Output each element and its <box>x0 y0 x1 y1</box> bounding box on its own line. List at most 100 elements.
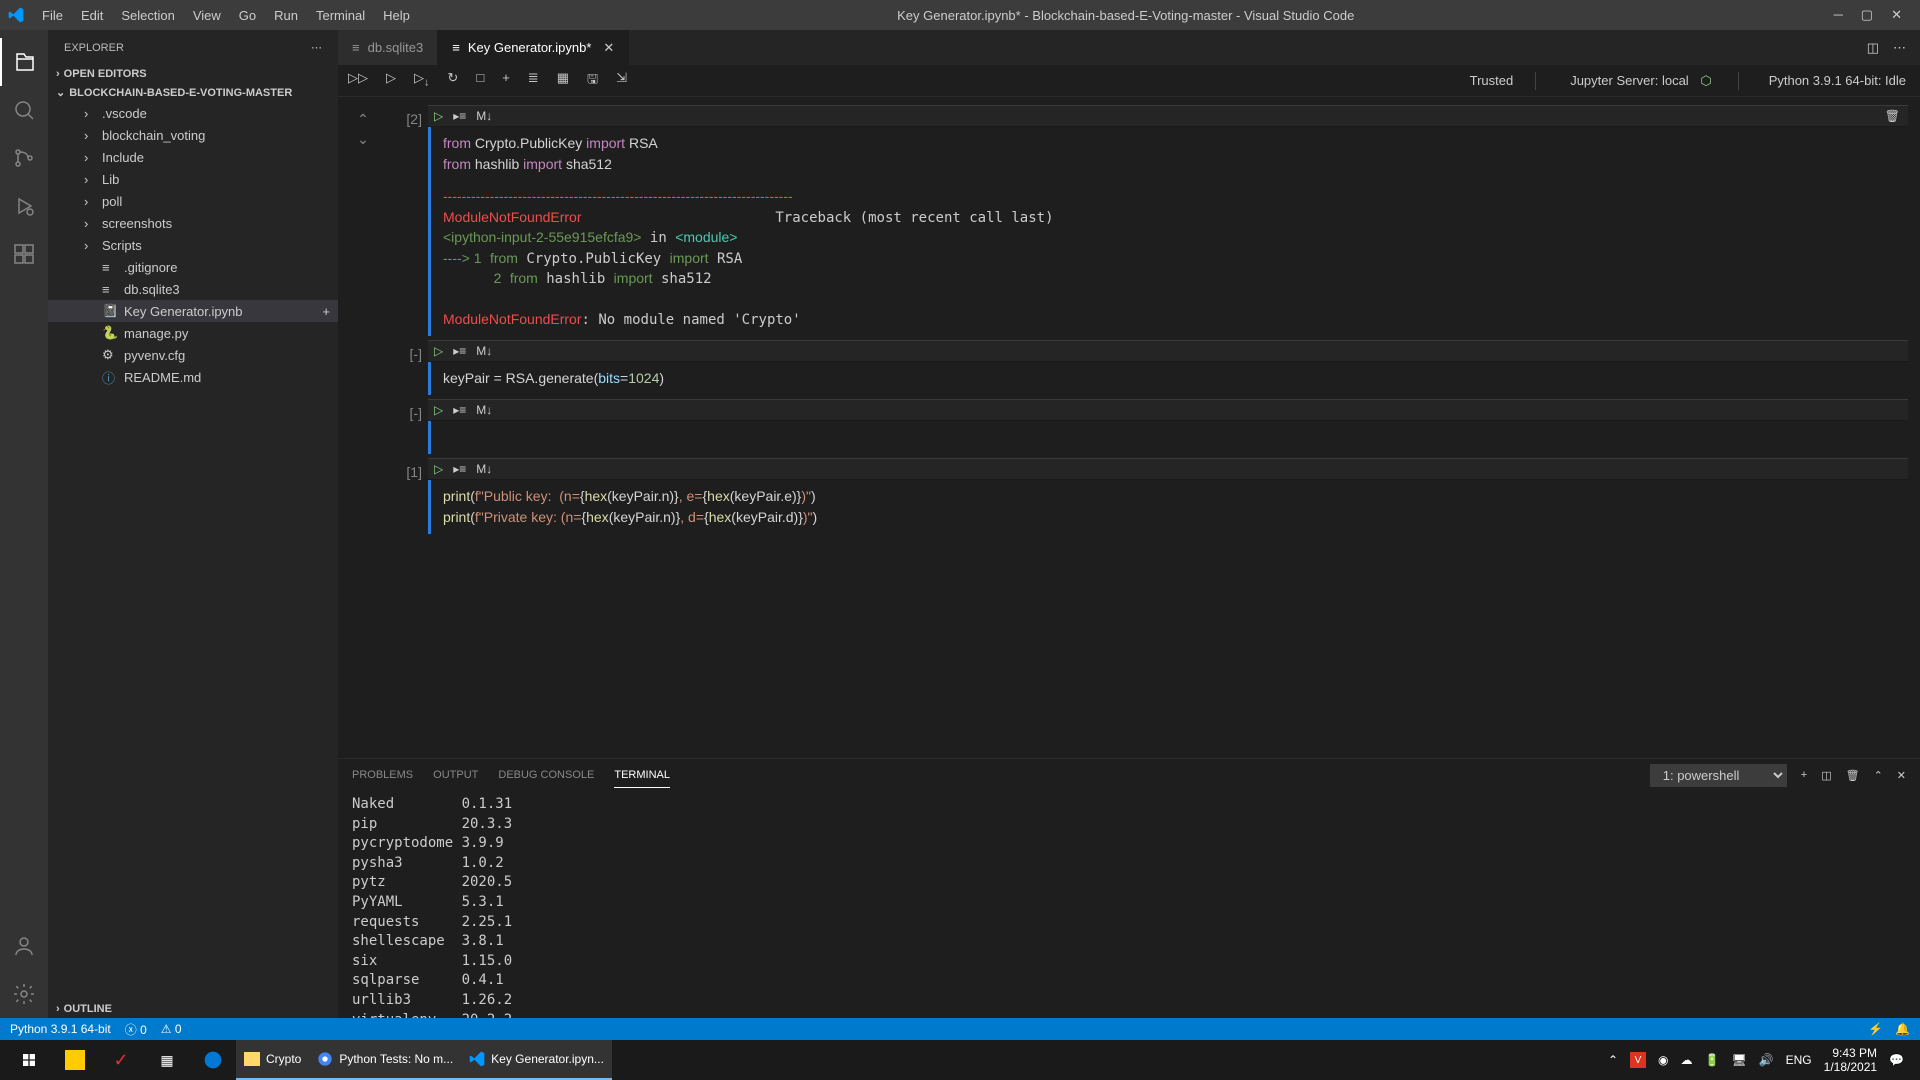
cell-code[interactable]: from Crypto.PublicKey import RSA from ha… <box>428 127 1908 181</box>
taskbar-explorer[interactable]: Crypto <box>236 1040 309 1080</box>
tray-cloud-icon[interactable]: ☁ <box>1681 1053 1693 1067</box>
panel-tab-problems[interactable]: PROBLEMS <box>352 763 413 787</box>
taskbar-vscode[interactable]: Key Generator.ipyn... <box>461 1040 612 1080</box>
menu-selection[interactable]: Selection <box>113 4 182 27</box>
tab-db-sqlite3[interactable]: ≡ db.sqlite3 <box>338 30 438 65</box>
export-icon[interactable]: ⇲ <box>616 70 627 92</box>
cell-code[interactable]: keyPair = RSA.generate(bits=1024) <box>428 362 1908 395</box>
run-above-icon[interactable]: ▷ <box>386 70 396 92</box>
tree-item[interactable]: ⚙pyvenv.cfg <box>48 344 338 366</box>
tab-key-generator[interactable]: ≡ Key Generator.ipynb* ✕ <box>438 30 629 65</box>
run-cell-icon[interactable]: ▷ <box>434 462 443 476</box>
tray-volume-icon[interactable]: 🔊 <box>1759 1053 1774 1067</box>
tree-item[interactable]: ⓘREADME.md <box>48 366 338 388</box>
open-editors-section[interactable]: › OPEN EDITORS <box>48 65 338 83</box>
menu-go[interactable]: Go <box>231 4 264 27</box>
search-icon[interactable] <box>0 86 48 134</box>
feedback-icon[interactable]: ⚡ <box>1868 1022 1883 1036</box>
run-by-line-icon[interactable]: ▸≡ <box>453 109 466 123</box>
tree-item[interactable]: ›screenshots <box>48 212 338 234</box>
split-editor-icon[interactable]: ◫ <box>1867 40 1879 56</box>
close-tab-icon[interactable]: ✕ <box>603 40 614 56</box>
run-cell-icon[interactable]: ▷ <box>434 344 443 358</box>
kernel-label[interactable]: Python 3.9.1 64-bit: Idle <box>1765 73 1910 88</box>
menu-run[interactable]: Run <box>266 4 306 27</box>
tree-item[interactable]: ›poll <box>48 190 338 212</box>
maximize-icon[interactable]: ▢ <box>1861 7 1873 23</box>
tree-item[interactable]: ›Scripts <box>48 234 338 256</box>
interrupt-kernel-icon[interactable]: □ <box>476 70 484 92</box>
menu-edit[interactable]: Edit <box>73 4 111 27</box>
markdown-icon[interactable]: M↓ <box>476 403 492 417</box>
run-all-icon[interactable]: ▷▷ <box>348 70 368 92</box>
notebook-cell[interactable]: [-]▷▸≡M↓ <box>338 399 1908 454</box>
markdown-icon[interactable]: M↓ <box>476 462 492 476</box>
outline-section[interactable]: › OUTLINE <box>48 1000 338 1018</box>
run-below-icon[interactable]: ▷↓ <box>414 70 429 92</box>
taskbar-app[interactable]: ▦ <box>144 1040 190 1080</box>
start-button[interactable] <box>6 1040 52 1080</box>
terminal-content[interactable]: Naked 0.1.31 pip 20.3.3 pycryptodome 3.9… <box>338 791 1920 1018</box>
move-cell-down-icon[interactable]: ⌄ <box>357 131 369 148</box>
menu-file[interactable]: File <box>34 4 71 27</box>
notifications-icon[interactable]: 🔔 <box>1895 1022 1910 1036</box>
warnings-count[interactable]: ⚠ 0 <box>161 1022 182 1036</box>
panel-tab-output[interactable]: OUTPUT <box>433 763 478 787</box>
taskbar-app[interactable]: ✓ <box>98 1040 144 1080</box>
restart-kernel-icon[interactable]: ↻ <box>447 70 458 92</box>
markdown-icon[interactable]: M↓ <box>476 344 492 358</box>
panel-tab-terminal[interactable]: TERMINAL <box>614 763 670 788</box>
tree-item[interactable]: ›Lib <box>48 168 338 190</box>
tray-clock[interactable]: 9:43 PM 1/18/2021 <box>1824 1046 1877 1075</box>
run-debug-icon[interactable] <box>0 182 48 230</box>
save-icon[interactable]: 🖫 <box>587 70 598 92</box>
notebook-cell[interactable]: [1]▷▸≡M↓print(f"Public key: (n={hex(keyP… <box>338 458 1908 534</box>
tray-action-center-icon[interactable]: 💬 <box>1889 1053 1904 1067</box>
add-cell-inline-icon[interactable]: + <box>322 304 330 319</box>
errors-count[interactable]: ⓧ 0 <box>125 1021 147 1038</box>
menu-help[interactable]: Help <box>375 4 418 27</box>
tree-item[interactable]: ›Include <box>48 146 338 168</box>
close-panel-icon[interactable]: ✕ <box>1897 769 1906 782</box>
close-icon[interactable]: ✕ <box>1891 7 1902 23</box>
jupyter-server-label[interactable]: Jupyter Server: local ⬡ <box>1562 73 1719 89</box>
tree-item[interactable]: 🐍manage.py <box>48 322 338 344</box>
taskbar-chrome[interactable]: Python Tests: No m... <box>309 1040 461 1080</box>
source-control-icon[interactable] <box>0 134 48 182</box>
trusted-label[interactable]: Trusted <box>1466 73 1518 88</box>
clear-outputs-icon[interactable]: ≣ <box>528 70 539 92</box>
taskbar-edge[interactable] <box>190 1040 236 1080</box>
tray-network-icon[interactable]: 🖥 <box>1731 1053 1746 1067</box>
delete-cell-icon[interactable]: 🗑 <box>1885 109 1900 123</box>
kill-terminal-icon[interactable]: 🗑 <box>1846 769 1860 782</box>
tree-item[interactable]: 📓Key Generator.ipynb+ <box>48 300 338 322</box>
tray-steam-icon[interactable]: ◉ <box>1658 1053 1668 1067</box>
move-cell-up-icon[interactable]: ⌃ <box>357 111 369 128</box>
more-actions-icon[interactable]: ⋯ <box>1893 40 1906 56</box>
menu-view[interactable]: View <box>185 4 229 27</box>
split-terminal-icon[interactable]: ◫ <box>1821 769 1831 782</box>
notebook-cell[interactable]: ⌃⌄[2]▷▸≡M↓🗑from Crypto.PublicKey import … <box>338 105 1908 336</box>
run-by-line-icon[interactable]: ▸≡ <box>453 403 466 417</box>
run-cell-icon[interactable]: ▷ <box>434 109 443 123</box>
tree-item[interactable]: ≡db.sqlite3 <box>48 278 338 300</box>
tray-chevron-icon[interactable]: ⌃ <box>1608 1053 1618 1067</box>
minimize-icon[interactable]: ─ <box>1834 7 1843 23</box>
tray-app-icon[interactable]: V <box>1630 1052 1646 1068</box>
tree-item[interactable]: ›.vscode <box>48 102 338 124</box>
settings-icon[interactable] <box>0 970 48 1018</box>
new-terminal-icon[interactable]: + <box>1801 769 1807 781</box>
python-version[interactable]: Python 3.9.1 64-bit <box>10 1022 111 1036</box>
tree-item[interactable]: ≡.gitignore <box>48 256 338 278</box>
explorer-icon[interactable] <box>0 38 48 86</box>
markdown-icon[interactable]: M↓ <box>476 109 492 123</box>
panel-tab-debug-console[interactable]: DEBUG CONSOLE <box>498 763 594 787</box>
cell-code[interactable]: print(f"Public key: (n={hex(keyPair.n)},… <box>428 480 1908 534</box>
notebook[interactable]: ⌃⌄[2]▷▸≡M↓🗑from Crypto.PublicKey import … <box>338 97 1920 758</box>
notebook-cell[interactable]: [-]▷▸≡M↓keyPair = RSA.generate(bits=1024… <box>338 340 1908 395</box>
run-by-line-icon[interactable]: ▸≡ <box>453 462 466 476</box>
extensions-icon[interactable] <box>0 230 48 278</box>
tree-item[interactable]: ›blockchain_voting <box>48 124 338 146</box>
run-cell-icon[interactable]: ▷ <box>434 403 443 417</box>
variables-icon[interactable]: ▦ <box>557 70 569 92</box>
